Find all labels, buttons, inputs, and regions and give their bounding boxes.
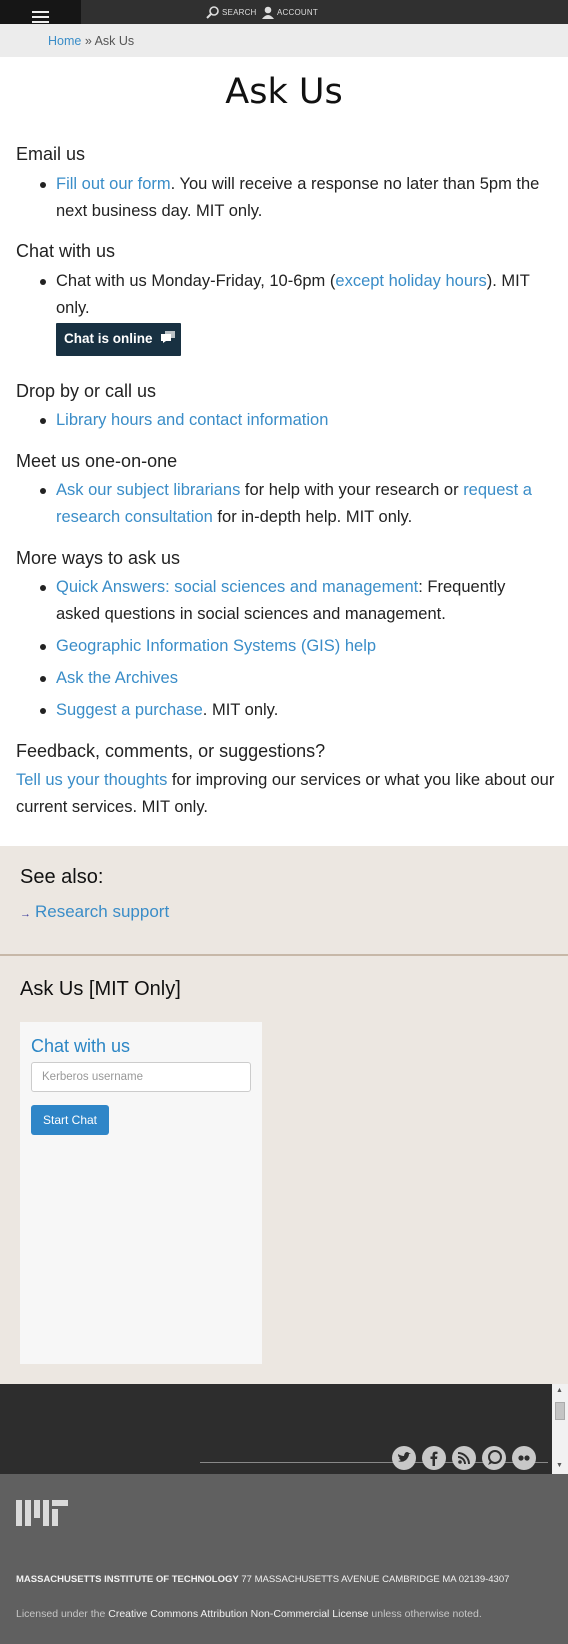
ask-archives-link[interactable]: Ask the Archives xyxy=(56,669,178,687)
hamburger-icon-line xyxy=(32,16,49,18)
chat-widget-title: Chat with us xyxy=(31,1036,131,1056)
chat-online-button[interactable]: Chat is online xyxy=(56,323,181,356)
chat-heading: Chat with us xyxy=(16,241,116,261)
mit-logo-bar xyxy=(52,1500,68,1506)
scrollbar[interactable]: ▲ ▼ xyxy=(552,1384,568,1474)
feedback-paragraph: Tell us your thoughts for improving our … xyxy=(16,767,556,821)
meet-heading: Meet us one-on-one xyxy=(16,451,178,471)
page-title: Ask Us xyxy=(225,72,343,112)
list-bullet xyxy=(40,279,46,285)
top-bar: SEARCH ACCOUNT xyxy=(0,0,568,24)
search-icon xyxy=(206,5,219,19)
ask-mit-section: Ask Us [MIT Only] Chat with us Start Cha… xyxy=(0,956,568,1384)
see-also-heading: See also: xyxy=(20,866,104,888)
see-also-section: See also: → Research support xyxy=(0,846,568,956)
drop-by-item: Library hours and contact information xyxy=(56,407,546,434)
suggest-purchase-text: . MIT only. xyxy=(202,701,279,719)
breadcrumb-home-link[interactable]: Home xyxy=(48,34,81,48)
mit-logo[interactable] xyxy=(16,1500,68,1526)
chat-text-before: Chat with us Monday-Friday, 10-6pm ( xyxy=(56,272,336,290)
arrow-right-icon: → xyxy=(20,908,31,920)
mit-logo-bar xyxy=(25,1500,31,1526)
breadcrumb-separator: » xyxy=(81,34,95,48)
list-bullet xyxy=(40,585,46,591)
social-icons xyxy=(392,1446,536,1470)
facebook-icon[interactable] xyxy=(422,1446,446,1470)
license-before: Licensed under the xyxy=(16,1608,109,1620)
chat-item: Chat with us Monday-Friday, 10-6pm (exce… xyxy=(56,268,546,322)
meet-item: Ask our subject librarians for help with… xyxy=(56,477,546,531)
kerberos-username-input[interactable] xyxy=(31,1062,251,1092)
chat-icon[interactable] xyxy=(482,1446,506,1470)
list-item: Quick Answers: social sciences and manag… xyxy=(56,574,546,628)
mit-logo-t xyxy=(52,1500,68,1526)
gis-help-link[interactable]: Geographic Information Systems (GIS) hel… xyxy=(56,637,376,655)
drop-by-heading: Drop by or call us xyxy=(16,381,157,401)
meet-text-2: for in-depth help. MIT only. xyxy=(212,508,413,526)
breadcrumb-current: Ask Us xyxy=(94,34,135,48)
license-link[interactable]: Creative Commons Attribution Non-Commerc… xyxy=(108,1608,368,1620)
hamburger-icon-line xyxy=(32,21,49,23)
list-bullet xyxy=(40,182,46,188)
hamburger-menu-button[interactable] xyxy=(0,0,81,24)
street-address: 77 MASSACHUSETTS AVENUE CAMBRIDGE MA 021… xyxy=(238,1574,510,1585)
search-label: SEARCH xyxy=(222,7,257,17)
mit-logo-bar xyxy=(34,1500,40,1518)
list-bullet xyxy=(40,676,46,682)
ask-mit-heading: Ask Us [MIT Only] xyxy=(20,978,181,1000)
license-after: unless otherwise noted. xyxy=(368,1608,482,1620)
more-ways-heading: More ways to ask us xyxy=(16,548,181,568)
scrollbar-thumb[interactable] xyxy=(555,1402,565,1420)
scroll-down-icon[interactable]: ▼ xyxy=(556,1462,563,1469)
mit-logo-bar xyxy=(16,1500,22,1526)
institution-name: MASSACHUSETTS INSTITUTE OF TECHNOLOGY xyxy=(16,1574,239,1585)
footer-address: MASSACHUSETTS INSTITUTE OF TECHNOLOGY 77… xyxy=(16,1574,509,1585)
account-label: ACCOUNT xyxy=(277,7,318,17)
footer: MASSACHUSETTS INSTITUTE OF TECHNOLOGY 77… xyxy=(0,1474,568,1644)
list-item: Suggest a purchase. MIT only. xyxy=(56,697,546,724)
list-item: Ask the Archives xyxy=(56,665,546,692)
hamburger-icon xyxy=(32,11,49,13)
email-heading: Email us xyxy=(16,144,86,164)
feedback-heading: Feedback, comments, or suggestions? xyxy=(16,741,326,761)
fill-out-form-link[interactable]: Fill out our form xyxy=(56,175,171,193)
social-band: ▲ ▼ xyxy=(0,1384,568,1474)
account-nav[interactable]: ACCOUNT xyxy=(262,0,318,24)
search-nav[interactable]: SEARCH xyxy=(206,0,257,24)
rss-icon[interactable] xyxy=(452,1446,476,1470)
flickr-icon[interactable] xyxy=(512,1446,536,1470)
library-hours-link[interactable]: Library hours and contact information xyxy=(56,411,328,429)
chat-online-label: Chat is online xyxy=(64,331,153,346)
holiday-hours-link[interactable]: except holiday hours xyxy=(335,272,486,290)
list-item: Geographic Information Systems (GIS) hel… xyxy=(56,633,546,660)
list-bullet xyxy=(40,708,46,714)
suggest-purchase-link[interactable]: Suggest a purchase xyxy=(56,701,203,719)
list-bullet xyxy=(40,488,46,494)
list-bullet xyxy=(40,644,46,650)
mit-logo-bar xyxy=(43,1500,49,1526)
chat-bubble-icon xyxy=(161,331,176,343)
chat-widget: Chat with us Start Chat xyxy=(20,1022,262,1364)
breadcrumb: Home » Ask Us xyxy=(0,24,568,57)
email-item: Fill out our form. You will receive a re… xyxy=(56,171,546,225)
mit-logo-bar xyxy=(52,1509,58,1526)
list-bullet xyxy=(40,418,46,424)
start-chat-button[interactable]: Start Chat xyxy=(31,1105,109,1135)
research-support-link[interactable]: Research support xyxy=(35,902,169,922)
tell-us-thoughts-link[interactable]: Tell us your thoughts xyxy=(16,771,167,789)
meet-text-1: for help with your research or xyxy=(240,481,464,499)
twitter-icon[interactable] xyxy=(392,1446,416,1470)
license-notice: Licensed under the Creative Commons Attr… xyxy=(16,1608,482,1620)
account-icon xyxy=(262,6,274,19)
quick-answers-link[interactable]: Quick Answers: social sciences and manag… xyxy=(56,578,418,596)
scroll-up-icon[interactable]: ▲ xyxy=(556,1387,563,1394)
subject-librarians-link[interactable]: Ask our subject librarians xyxy=(56,481,240,499)
